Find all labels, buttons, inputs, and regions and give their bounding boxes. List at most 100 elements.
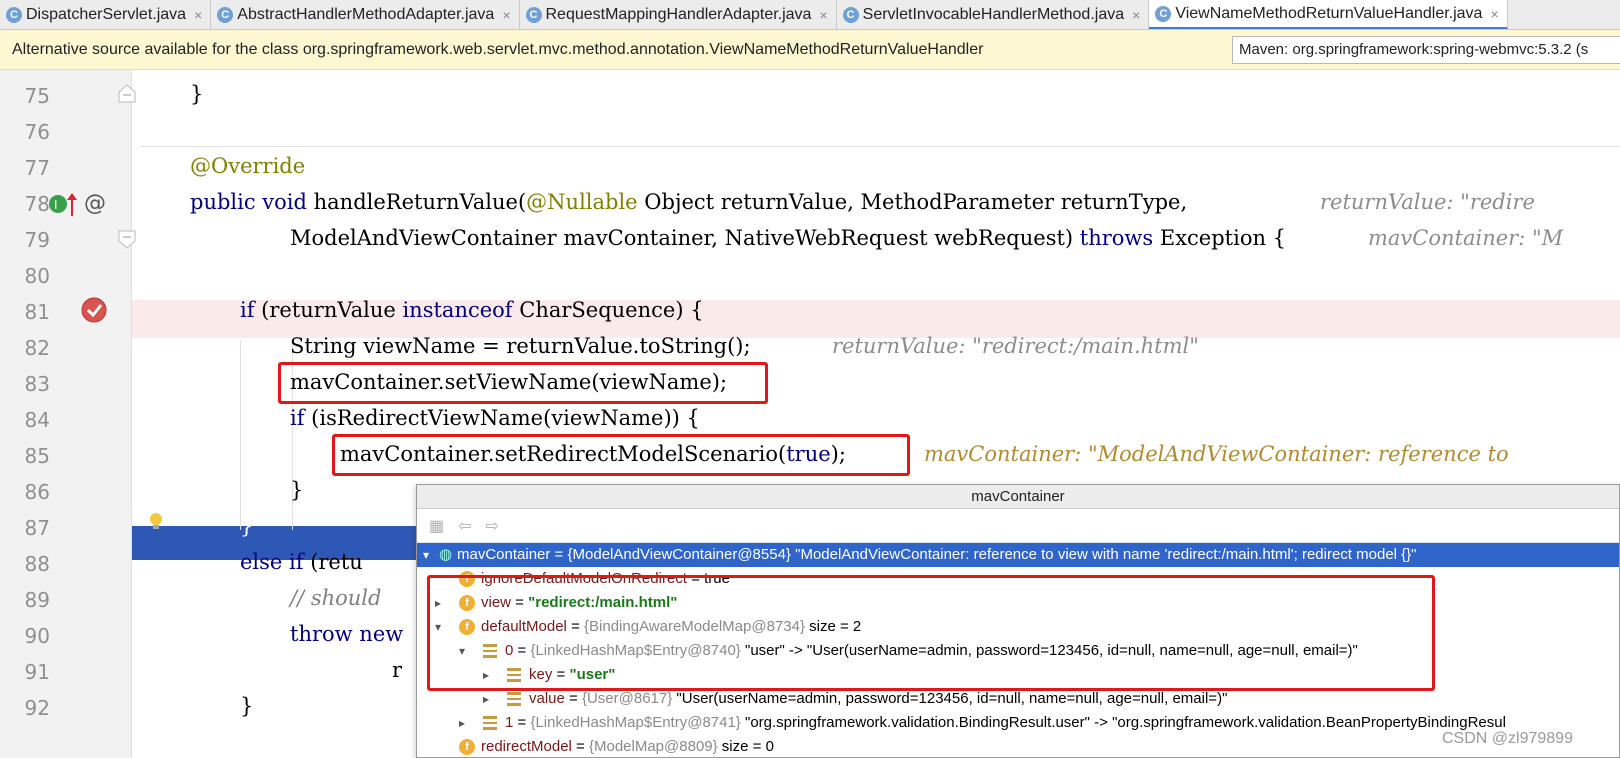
class-icon: C bbox=[1155, 5, 1172, 22]
forward-arrow-icon[interactable]: ⇨ bbox=[486, 516, 499, 536]
line-number: 86 bbox=[24, 480, 50, 504]
code-line-86: } bbox=[290, 478, 304, 502]
code-line-77: @Override bbox=[190, 154, 306, 178]
tree-row-redirect-model[interactable]: f redirectModel = {ModelMap@8809} size =… bbox=[417, 735, 1619, 758]
tab-abstract-handler-method-adapter[interactable]: C AbstractHandlerMethodAdapter.java × bbox=[211, 0, 520, 29]
watermark: CSDN @zl979899 bbox=[1442, 730, 1573, 747]
code-text: Exception { bbox=[1153, 226, 1287, 250]
code-text: (isRedirectViewName(viewName)) { bbox=[304, 406, 700, 430]
inline-debug-hint: mavContainer: "ModelAndViewContainer: re… bbox=[924, 442, 1509, 466]
line-number: 81 bbox=[24, 300, 50, 324]
code-line-90: throw new bbox=[290, 622, 403, 646]
tab-label: ViewNameMethodReturnValueHandler.java bbox=[1175, 4, 1483, 22]
editor-tab-bar: C DispatcherServlet.java × C AbstractHandle… bbox=[0, 0, 1620, 30]
keyword: public void bbox=[190, 190, 307, 214]
map-entry-icon bbox=[507, 692, 521, 706]
close-icon[interactable]: × bbox=[819, 7, 827, 23]
line-number: 88 bbox=[24, 552, 50, 576]
map-entry-icon bbox=[483, 716, 497, 730]
highlight-box-model-entries bbox=[427, 575, 1435, 691]
code-line-82: String viewName = returnValue.toString()… bbox=[290, 334, 751, 358]
tab-label: ServletInvocableHandlerMethod.java bbox=[862, 6, 1125, 23]
expand-icon[interactable]: ▸ bbox=[459, 711, 465, 735]
highlight-box-set-view-name bbox=[278, 362, 768, 404]
code-text: (retu bbox=[303, 550, 363, 574]
tree-row-text: 1 = {LinkedHashMap$Entry@8741} "org.spri… bbox=[505, 714, 1506, 731]
tab-label: AbstractHandlerMethodAdapter.java bbox=[237, 6, 495, 23]
notice-text: Alternative source available for the cla… bbox=[12, 40, 984, 58]
line-number: 83 bbox=[24, 372, 50, 396]
code-line-91: r bbox=[392, 658, 403, 682]
popup-toolbar: ▦ ⇦ ⇨ bbox=[417, 509, 1619, 543]
code-line-88: else if (retu bbox=[240, 550, 363, 574]
code-text: CharSequence) { bbox=[512, 298, 704, 322]
annotation-at-icon: @ bbox=[84, 191, 106, 216]
tree-row-mavcontainer[interactable]: ▾ ◍ mavContainer = {ModelAndViewContaine… bbox=[417, 543, 1619, 567]
popup-title: mavContainer bbox=[417, 485, 1619, 509]
tab-label: RequestMappingHandlerAdapter.java bbox=[545, 6, 812, 23]
watch-icon: ◍ bbox=[439, 546, 453, 563]
inline-debug-hint: returnValue: "redirect:/main.html" bbox=[832, 334, 1199, 358]
svg-text:I: I bbox=[54, 198, 58, 212]
line-number: 91 bbox=[24, 660, 50, 684]
tree-row-text: mavContainer = {ModelAndViewContainer@85… bbox=[457, 546, 1417, 563]
class-icon: C bbox=[6, 7, 22, 23]
tab-view-name-method-return-value-handler[interactable]: C ViewNameMethodReturnValueHandler.java × bbox=[1149, 0, 1508, 29]
method-separator bbox=[140, 146, 1620, 147]
keyword: else if bbox=[240, 550, 304, 574]
svg-text:@: @ bbox=[84, 191, 106, 216]
intention-bulb-icon[interactable] bbox=[146, 510, 166, 532]
code-line-75: } bbox=[190, 82, 204, 106]
highlight-box-set-redirect-model-scenario bbox=[332, 434, 910, 476]
line-number: 92 bbox=[24, 696, 50, 720]
close-icon[interactable]: × bbox=[1490, 6, 1498, 22]
tab-dispatcher-servlet[interactable]: C DispatcherServlet.java × bbox=[0, 0, 212, 29]
alternative-source-notice: Alternative source available for the cla… bbox=[0, 30, 1620, 70]
tab-servlet-invocable-handler-method[interactable]: C ServletInvocableHandlerMethod.java × bbox=[837, 0, 1150, 29]
fold-icon[interactable] bbox=[116, 82, 138, 104]
line-number: 82 bbox=[24, 336, 50, 360]
keyword: throw bbox=[290, 622, 353, 646]
line-number: 84 bbox=[24, 408, 50, 432]
line-number: 79 bbox=[24, 228, 50, 252]
variable-inspector-popup[interactable]: mavContainer ▦ ⇦ ⇨ ▾ ◍ mavContainer = {M… bbox=[416, 484, 1620, 758]
tree-row-text: redirectModel = {ModelMap@8809} size = 0 bbox=[481, 738, 774, 755]
implements-override-icon[interactable]: I bbox=[46, 190, 82, 218]
code-text: Object returnValue, MethodParameter retu… bbox=[637, 190, 1188, 214]
code-line-79: ModelAndViewContainer mavContainer, Nati… bbox=[290, 226, 1286, 250]
code-line-84: if (isRedirectViewName(viewName)) { bbox=[290, 406, 700, 430]
line-number: 76 bbox=[24, 120, 50, 144]
line-number: 89 bbox=[24, 588, 50, 612]
line-number: 75 bbox=[24, 84, 50, 108]
tab-request-mapping-handler-adapter[interactable]: C RequestMappingHandlerAdapter.java × bbox=[520, 0, 837, 29]
back-arrow-icon[interactable]: ⇦ bbox=[458, 516, 471, 536]
indent-guide bbox=[240, 340, 241, 530]
maven-source-selector[interactable]: Maven: org.springframework:spring-webmvc… bbox=[1232, 36, 1620, 64]
fold-icon[interactable] bbox=[116, 228, 138, 250]
class-icon: C bbox=[525, 7, 542, 23]
close-icon[interactable]: × bbox=[502, 7, 510, 23]
navigate-icon[interactable]: ▦ bbox=[429, 516, 444, 536]
class-icon: C bbox=[217, 7, 234, 23]
tab-label: DispatcherServlet.java bbox=[26, 6, 187, 23]
close-icon[interactable]: × bbox=[1132, 7, 1140, 23]
keyword: new bbox=[352, 622, 404, 646]
inline-debug-hint: returnValue: "redire bbox=[1320, 190, 1535, 214]
code-line-81: if (returnValue instanceof CharSequence)… bbox=[240, 298, 704, 322]
keyword: instanceof bbox=[402, 298, 513, 322]
code-text: (returnValue bbox=[254, 298, 403, 322]
class-icon: C bbox=[842, 7, 859, 23]
close-icon[interactable]: × bbox=[194, 7, 202, 23]
line-number: 80 bbox=[24, 264, 50, 288]
field-icon: f bbox=[459, 739, 475, 755]
keyword: if bbox=[240, 298, 255, 322]
line-number: 87 bbox=[24, 516, 50, 540]
annotation: @Nullable bbox=[526, 190, 638, 214]
code-text: ModelAndViewContainer mavContainer, Nati… bbox=[290, 226, 1080, 250]
collapse-icon[interactable]: ▾ bbox=[423, 543, 429, 567]
keyword: if bbox=[290, 406, 305, 430]
tree-row-entry-1[interactable]: ▸ 1 = {LinkedHashMap$Entry@8741} "org.sp… bbox=[417, 711, 1619, 735]
keyword: throws bbox=[1079, 226, 1154, 250]
code-line-92: } bbox=[240, 694, 254, 718]
breakpoint-icon[interactable] bbox=[80, 296, 108, 324]
